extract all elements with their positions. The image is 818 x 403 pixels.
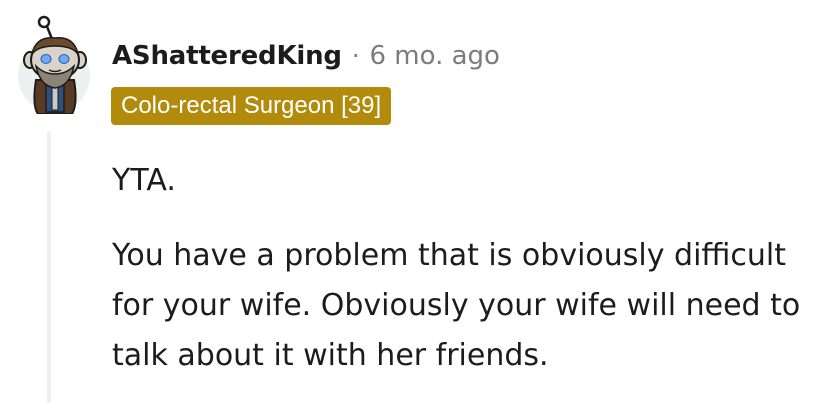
comment-timestamp[interactable]: 6 mo. ago xyxy=(369,41,499,71)
meta-separator: · xyxy=(351,42,360,70)
thread-collapse-line[interactable] xyxy=(47,131,51,403)
avatar-icon xyxy=(23,15,87,114)
username-link[interactable]: AShatteredKing xyxy=(112,41,342,71)
comment-paragraph: YTA. xyxy=(112,163,176,198)
user-flair: Colo-rectal Surgeon [39] xyxy=(111,87,392,125)
user-avatar[interactable] xyxy=(16,14,94,114)
comment: AShatteredKing · 6 mo. ago Colo-rectal S… xyxy=(0,0,818,403)
comment-body: YTA. You have a problem that is obviousl… xyxy=(112,156,802,381)
comment-meta: AShatteredKing · 6 mo. ago xyxy=(112,36,500,76)
comment-paragraph: You have a problem that is obviously dif… xyxy=(112,238,801,373)
